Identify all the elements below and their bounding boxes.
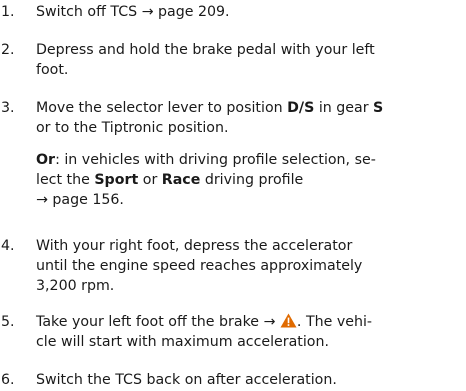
step-number: 6.: [1, 372, 15, 388]
profile-sport: Sport: [94, 172, 139, 188]
step-text: Depress and hold the brake pedal with yo…: [36, 40, 464, 80]
text-run: Take your left foot off the brake →: [36, 314, 280, 330]
alternative-paragraph: Or: in vehicles with driving profile sel…: [36, 150, 464, 210]
step-text: Move the selector lever to position D/S …: [36, 98, 464, 210]
text-run: or: [138, 172, 162, 188]
step-number: 3.: [1, 100, 15, 116]
step-text-line: lect the Sport or Race driving profile: [36, 170, 464, 190]
step-text-line: foot.: [36, 62, 69, 78]
step-text-line: With your right foot, depress the accele…: [36, 238, 353, 254]
gear-name: S: [373, 100, 384, 116]
selector-position: D/S: [287, 100, 315, 116]
step-text-line: until the engine speed reaches approxima…: [36, 258, 363, 274]
step-text-line: Or: in vehicles with driving profile sel…: [36, 150, 464, 170]
profile-race: Race: [161, 172, 201, 188]
text-run: lect the: [36, 172, 95, 188]
text-run: . The vehi-: [296, 314, 373, 330]
step-number: 2.: [1, 42, 15, 58]
step-number: 4.: [1, 238, 15, 254]
step-text: Switch off TCS → page 209.: [36, 2, 464, 22]
step-number: 1.: [1, 4, 15, 20]
step-text-line: or to the Tiptronic position.: [36, 120, 229, 136]
step-text-line: 3,200 rpm.: [36, 278, 115, 294]
text-run: in gear: [314, 100, 374, 116]
text-run: Move the selector lever to position: [36, 100, 288, 116]
text-run: driving profile: [200, 172, 304, 188]
step-text-line: cle will start with maximum acceleration…: [36, 334, 329, 350]
step-text-line: Depress and hold the brake pedal with yo…: [36, 42, 375, 58]
step-text: Switch the TCS back on after acceleratio…: [36, 370, 464, 390]
step-text-line: → page 156.: [36, 192, 124, 208]
text-run: : in vehicles with driving profile selec…: [55, 152, 376, 168]
step-text-line: Switch the TCS back on after acceleratio…: [36, 372, 337, 388]
or-label: Or: [36, 152, 56, 168]
instruction-steps: 1. Switch off TCS → page 209. 2. Depress…: [0, 0, 466, 391]
step-number: 5.: [1, 314, 15, 330]
step-text-line: Take your left foot off the brake → . Th…: [36, 312, 464, 332]
step-text-line: Move the selector lever to position D/S …: [36, 98, 464, 118]
step-text: Take your left foot off the brake → . Th…: [36, 312, 464, 352]
warning-triangle-icon: [280, 313, 297, 328]
step-text-line: Switch off TCS → page 209.: [36, 4, 230, 20]
step-text: With your right foot, depress the accele…: [36, 236, 464, 296]
